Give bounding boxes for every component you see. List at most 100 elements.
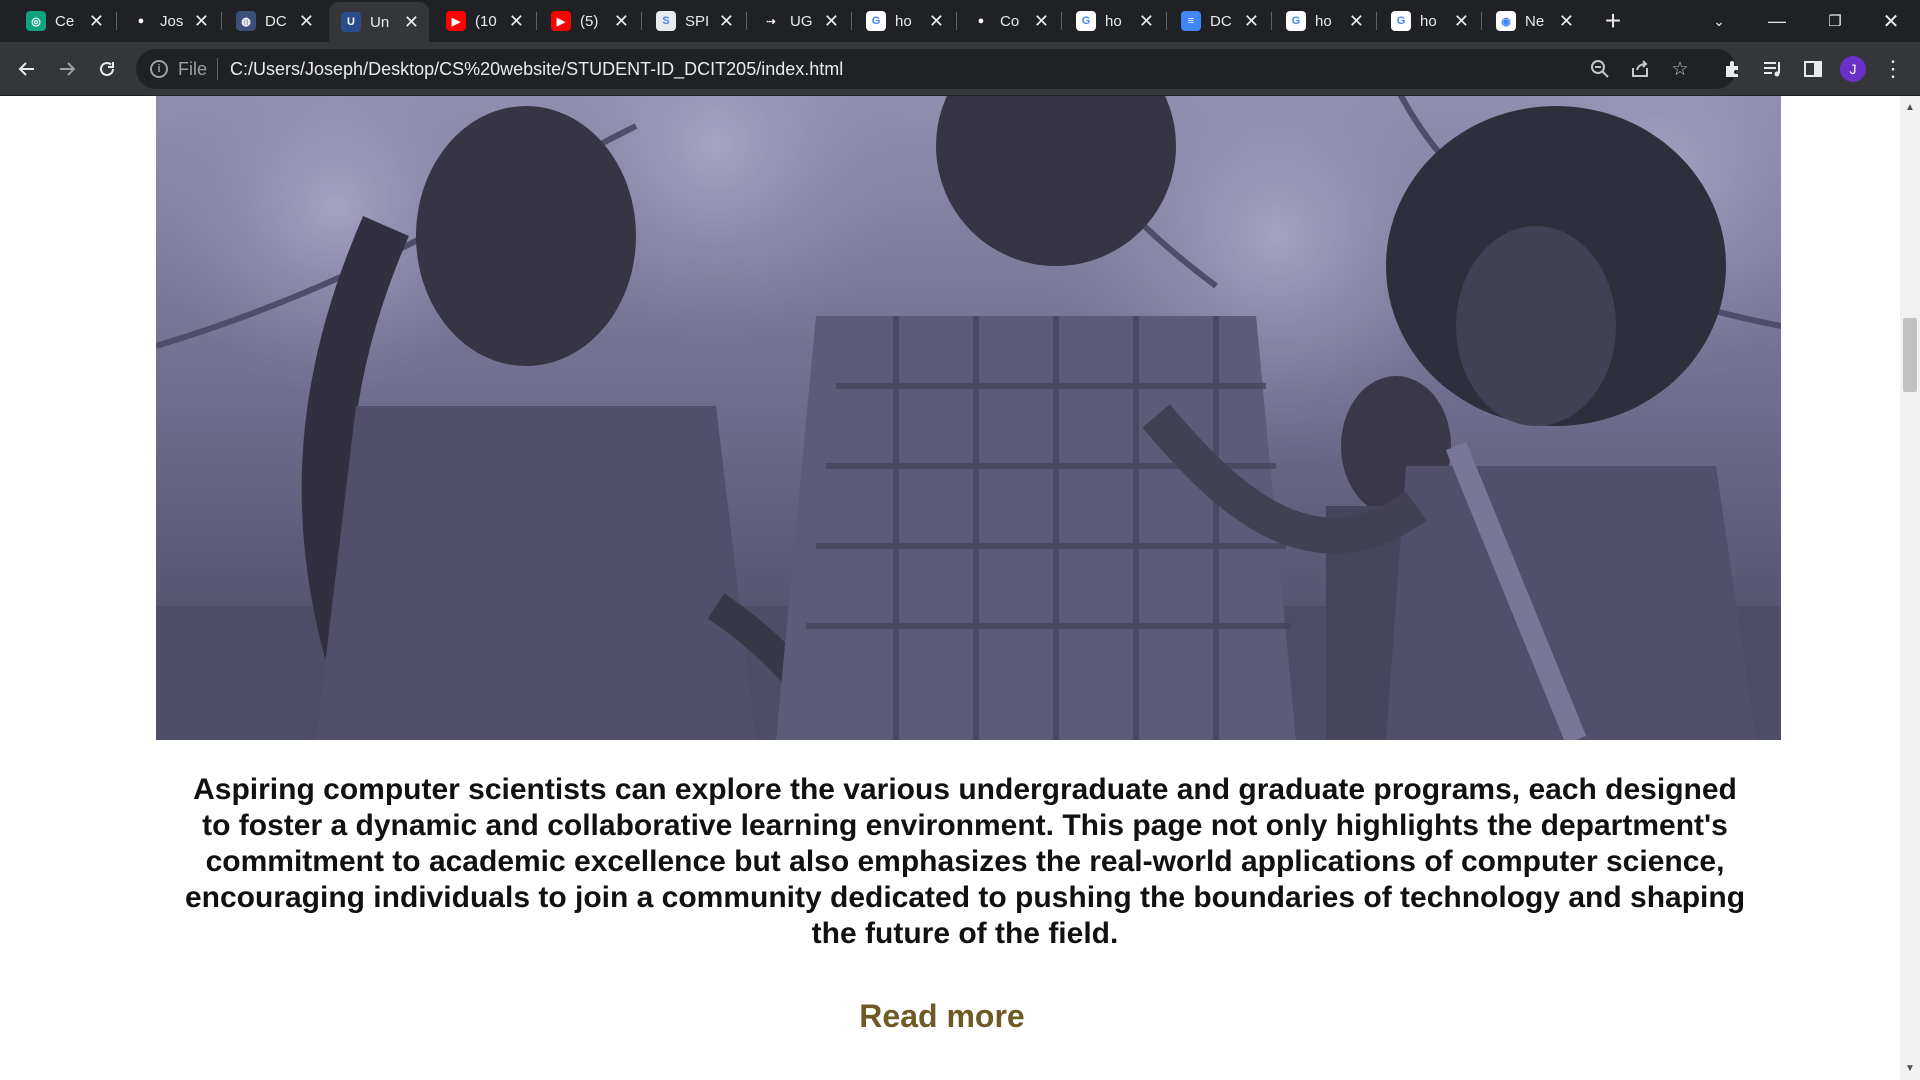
browser-tab[interactable]: ◉ Ne ✕ (1484, 0, 1584, 42)
close-tab-icon[interactable]: ✕ (1559, 12, 1574, 30)
tab-title: ho (1315, 12, 1332, 30)
zoom-icon[interactable] (1588, 57, 1612, 81)
url-text[interactable]: C:/Users/Joseph/Desktop/CS%20website/STU… (230, 59, 843, 80)
address-divider (217, 58, 219, 80)
close-tab-icon[interactable]: ✕ (719, 12, 734, 30)
tab-separator (746, 12, 747, 30)
tab-title: UG (790, 12, 813, 30)
tab-title: ho (895, 12, 912, 30)
google-icon: G (866, 11, 886, 31)
browser-tab[interactable]: Gho ✕ (1064, 0, 1164, 42)
close-tab-icon[interactable]: ✕ (1244, 12, 1259, 30)
browser-tab[interactable]: ▶ (10 ✕ (434, 0, 534, 42)
close-tab-icon[interactable]: ✕ (1034, 12, 1049, 30)
tab-strip: ◎ Ce ✕ ● Jos ✕ ◍ DC ✕ U Un ✕ ▶ (10 ✕ ▶ (5) ✕ S SPI ✕ ⇢ UG ✕ Gho ✕… (0, 0, 1920, 42)
close-tab-icon[interactable]: ✕ (89, 12, 104, 30)
close-tab-icon[interactable]: ✕ (1139, 12, 1154, 30)
spi-logo-icon: S (656, 11, 676, 31)
tab-title: Ne (1525, 12, 1545, 30)
browser-tab[interactable]: S SPI ✕ (644, 0, 744, 42)
browser-tab[interactable]: U Un ✕ (329, 2, 429, 42)
tab-separator (536, 12, 537, 30)
browser-tab[interactable]: ◎ Ce ✕ (14, 0, 114, 42)
close-tab-icon[interactable]: ✕ (194, 12, 209, 30)
scrollbar-thumb[interactable] (1903, 318, 1917, 392)
tab-separator (1166, 12, 1167, 30)
tab-separator (1481, 12, 1482, 30)
close-tab-icon[interactable]: ✕ (299, 12, 314, 30)
close-window-button[interactable]: ✕ (1862, 0, 1920, 42)
back-arrow-icon (18, 62, 34, 76)
ug-logo-icon: ⇢ (761, 11, 781, 31)
tab-separator (1061, 12, 1062, 30)
google-docs-icon: ≡ (1181, 11, 1201, 31)
extensions-puzzle-icon[interactable] (1716, 52, 1750, 86)
browser-tab[interactable]: ◍ DC ✕ (224, 0, 324, 42)
scroll-up-arrow-icon[interactable]: ▲ (1905, 102, 1915, 113)
browser-tab[interactable]: Gho ✕ (1274, 0, 1374, 42)
page-scrollbar[interactable]: ▲ ▼ (1900, 96, 1920, 1080)
side-panel-icon[interactable] (1796, 52, 1830, 86)
read-more-link[interactable]: Read more (762, 998, 1122, 1035)
tab-title: DC (265, 12, 287, 30)
program-description: Aspiring computer scientists can explore… (184, 773, 1746, 950)
close-tab-icon[interactable]: ✕ (509, 12, 524, 30)
scroll-down-arrow-icon[interactable]: ▼ (1905, 1063, 1915, 1074)
page-viewport: Aspiring computer scientists can explore… (0, 96, 1900, 1080)
tab-title: SPI (685, 12, 709, 30)
tab-separator (1376, 12, 1377, 30)
back-button[interactable] (10, 52, 44, 86)
close-tab-icon[interactable]: ✕ (824, 12, 839, 30)
tab-title: (5) (580, 12, 599, 30)
tab-separator (956, 12, 957, 30)
university-crest-icon: U (341, 12, 361, 32)
google-icon: G (1391, 11, 1411, 31)
browser-tab[interactable]: ≡ DC ✕ (1169, 0, 1269, 42)
forward-button[interactable] (50, 52, 84, 86)
students-photo-illustration (156, 96, 1781, 740)
browser-tab[interactable]: Gho ✕ (854, 0, 954, 42)
media-control-icon[interactable] (1756, 52, 1790, 86)
forward-arrow-icon (60, 62, 76, 76)
browser-tab[interactable]: ● Jos ✕ (119, 0, 219, 42)
tab-separator (641, 12, 642, 30)
tab-title: Un (370, 13, 390, 31)
reload-button[interactable] (90, 52, 124, 86)
tab-separator (116, 12, 117, 30)
minimize-button[interactable]: — (1748, 0, 1806, 42)
tab-search-chevron-icon[interactable]: ⌄ (1690, 0, 1748, 42)
github-icon: ● (971, 11, 991, 31)
site-info-icon[interactable]: i (150, 60, 168, 78)
share-icon[interactable] (1628, 57, 1652, 81)
new-tab-button[interactable]: + (1598, 5, 1628, 36)
restore-button[interactable]: ❐ (1806, 0, 1864, 42)
scheme-label: File (178, 58, 208, 79)
browser-tab[interactable]: ⇢ UG ✕ (749, 0, 849, 42)
tab-title: (10 (475, 12, 497, 30)
close-tab-icon[interactable]: ✕ (404, 13, 419, 31)
globe-icon: ◍ (236, 11, 256, 31)
bookmark-star-icon[interactable]: ☆ (1668, 57, 1692, 81)
browser-toolbar: i File C:/Users/Joseph/Desktop/CS%20webs… (0, 42, 1920, 96)
close-tab-icon[interactable]: ✕ (614, 12, 629, 30)
address-bar[interactable]: i File C:/Users/Joseph/Desktop/CS%20webs… (136, 49, 1736, 89)
reload-icon (100, 61, 114, 76)
close-tab-icon[interactable]: ✕ (929, 12, 944, 30)
browser-tab[interactable]: ▶ (5) ✕ (539, 0, 639, 42)
browser-tab[interactable]: ● Co ✕ (959, 0, 1059, 42)
tab-separator (221, 12, 222, 30)
chrome-icon: ◉ (1496, 11, 1516, 31)
close-tab-icon[interactable]: ✕ (1349, 12, 1364, 30)
tab-title: ho (1420, 12, 1437, 30)
google-icon: G (1076, 11, 1096, 31)
google-icon: G (1286, 11, 1306, 31)
hero-image (156, 96, 1781, 740)
tab-title: Co (1000, 12, 1020, 30)
youtube-icon: ▶ (446, 11, 466, 31)
tab-separator (851, 12, 852, 30)
github-icon: ● (131, 11, 151, 31)
profile-avatar[interactable]: J (1840, 56, 1866, 82)
browser-tab[interactable]: Gho ✕ (1379, 0, 1479, 42)
more-menu-icon[interactable]: ⋮ (1876, 52, 1910, 86)
close-tab-icon[interactable]: ✕ (1454, 12, 1469, 30)
